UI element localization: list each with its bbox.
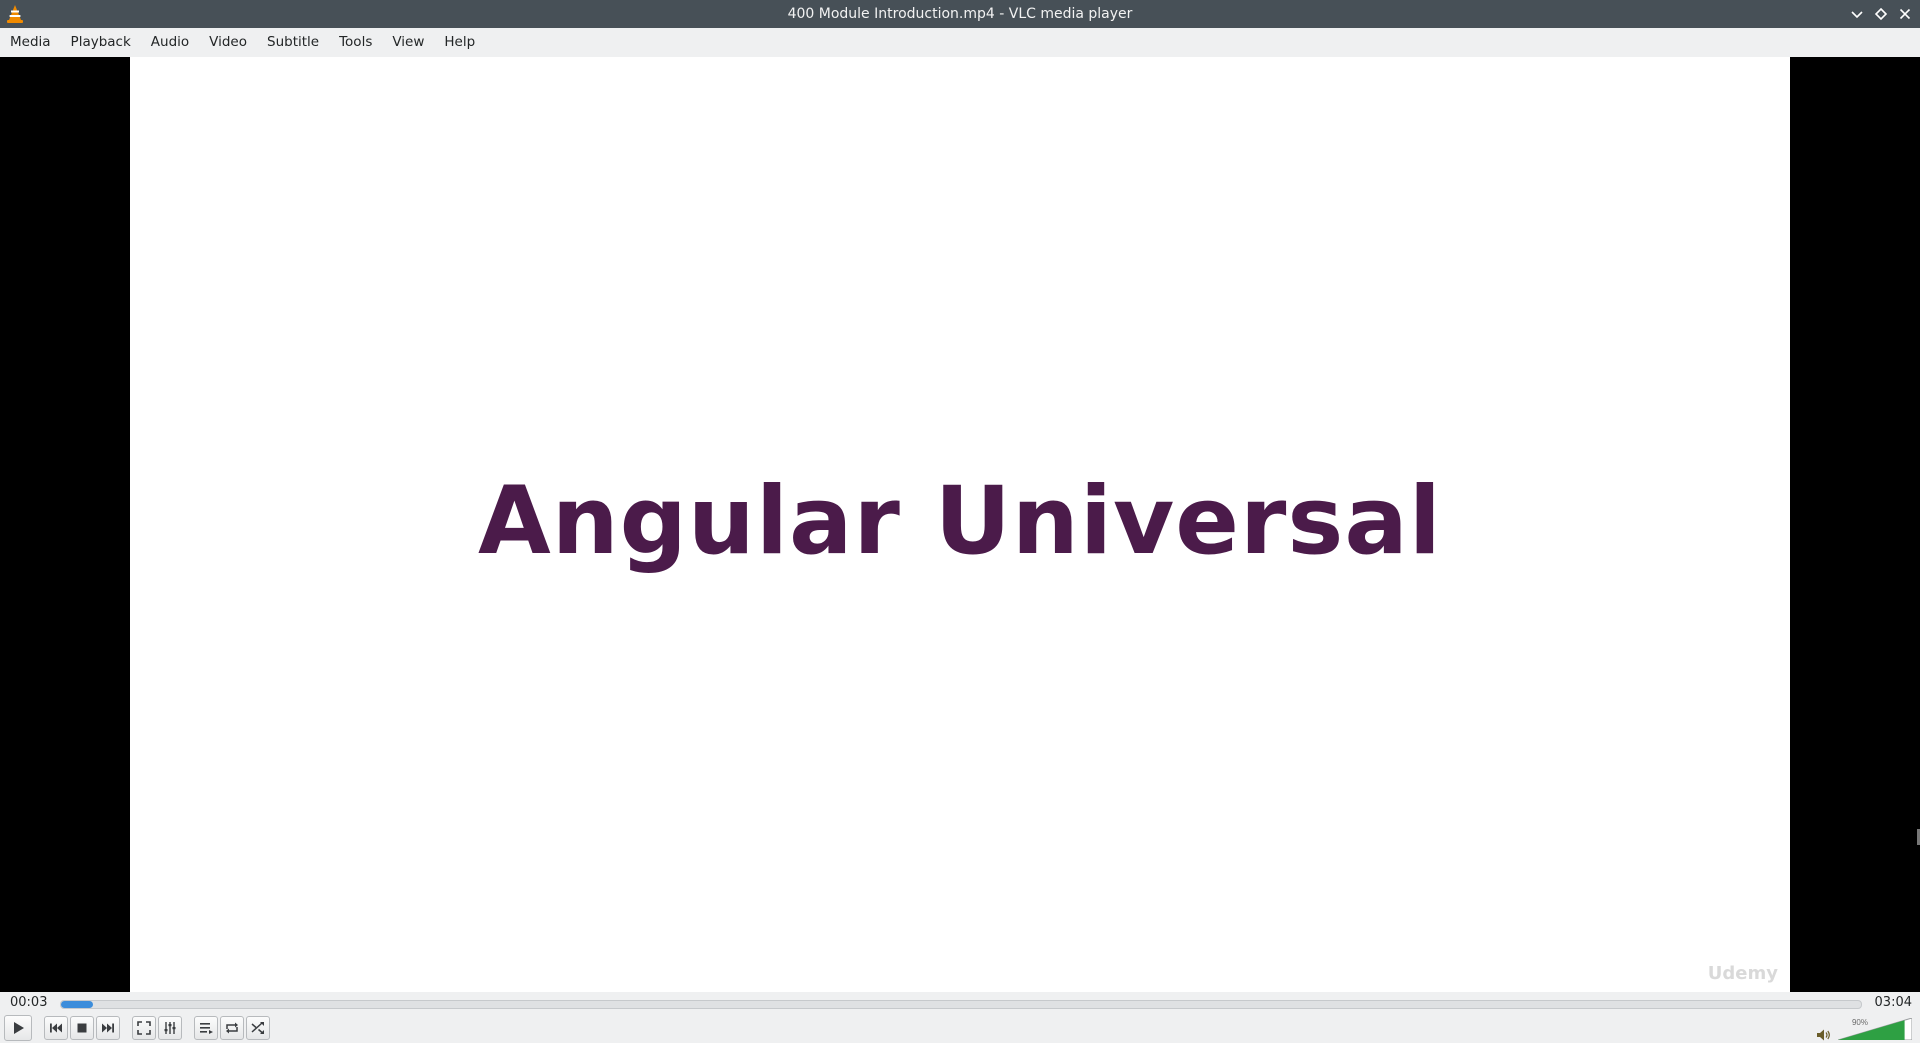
close-icon: [1899, 8, 1911, 20]
playlist-button[interactable]: [194, 1016, 218, 1040]
equalizer-icon: [164, 1022, 176, 1034]
title-bar: 400 Module Introduction.mp4 - VLC media …: [0, 0, 1920, 28]
shuffle-button[interactable]: [246, 1016, 270, 1040]
window-controls: [1848, 4, 1914, 24]
seek-slider[interactable]: [60, 1000, 1862, 1009]
next-button[interactable]: [96, 1016, 120, 1040]
watermark: Udemy: [1707, 963, 1778, 984]
seek-progress: [61, 1001, 94, 1008]
speaker-icon[interactable]: [1816, 1028, 1832, 1042]
loop-icon: [226, 1022, 238, 1034]
volume-slider[interactable]: [1838, 1018, 1912, 1040]
stop-button[interactable]: [70, 1016, 94, 1040]
fullscreen-icon: [137, 1021, 151, 1035]
next-icon: [102, 1023, 114, 1033]
chevron-down-icon: [1851, 11, 1863, 19]
menu-video[interactable]: Video: [199, 28, 257, 57]
fullscreen-button[interactable]: [132, 1016, 156, 1040]
total-time[interactable]: 03:04: [1875, 995, 1912, 1010]
playlist-icon: [200, 1023, 213, 1034]
extended-settings-button[interactable]: [158, 1016, 182, 1040]
stop-icon: [77, 1023, 87, 1033]
menu-bar: Media Playback Audio Video Subtitle Tool…: [0, 28, 1920, 57]
loop-button[interactable]: [220, 1016, 244, 1040]
shuffle-icon: [251, 1022, 264, 1034]
playback-buttons: [4, 1015, 272, 1041]
video-frame: Angular Universal Udemy: [130, 57, 1790, 992]
close-button[interactable]: [1896, 4, 1914, 24]
minimize-button[interactable]: [1848, 4, 1866, 24]
vlc-window: 400 Module Introduction.mp4 - VLC media …: [0, 0, 1920, 1043]
play-icon: [14, 1022, 24, 1034]
menu-media[interactable]: Media: [0, 28, 61, 57]
menu-playback[interactable]: Playback: [61, 28, 141, 57]
play-button[interactable]: [4, 1015, 32, 1041]
window-title: 400 Module Introduction.mp4 - VLC media …: [787, 6, 1133, 22]
maximize-button[interactable]: [1872, 4, 1890, 24]
menu-help[interactable]: Help: [434, 28, 485, 57]
elapsed-time[interactable]: 00:03: [10, 995, 47, 1010]
menu-audio[interactable]: Audio: [141, 28, 199, 57]
controls-bar: 00:03 03:04: [0, 992, 1920, 1043]
previous-button[interactable]: [44, 1016, 68, 1040]
slide-title: Angular Universal: [477, 467, 1443, 576]
diamond-icon: [1874, 7, 1888, 21]
video-area[interactable]: Angular Universal Udemy: [0, 57, 1920, 992]
menu-subtitle[interactable]: Subtitle: [257, 28, 329, 57]
menu-view[interactable]: View: [382, 28, 434, 57]
menu-tools[interactable]: Tools: [329, 28, 382, 57]
previous-icon: [50, 1023, 62, 1033]
